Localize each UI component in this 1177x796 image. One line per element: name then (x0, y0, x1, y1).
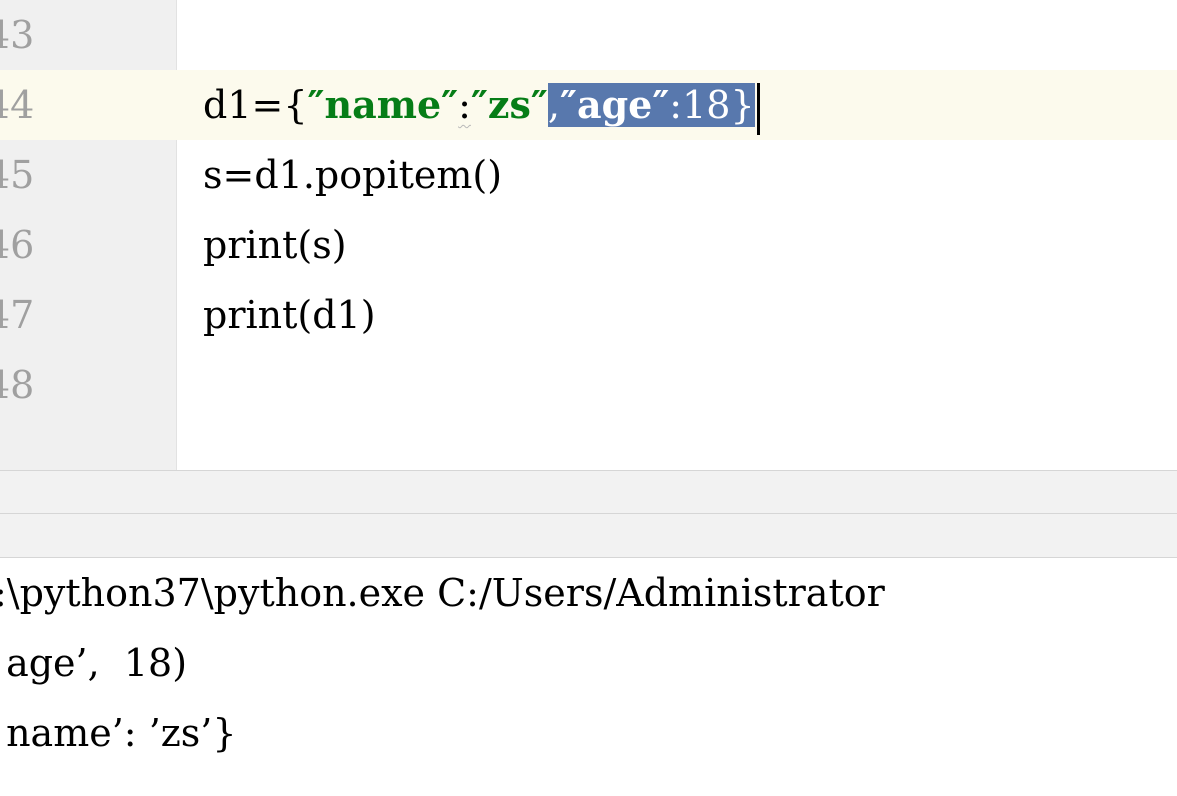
text-caret (756, 82, 760, 135)
line-number: 43 (0, 13, 35, 57)
run-console-output[interactable]: :\python37\python.exe C:/Users/Administr… (0, 558, 1177, 796)
line-number: 47 (0, 293, 35, 337)
console-line: age’, 18) (0, 641, 188, 685)
code-line-45[interactable]: 45 s=d1.popitem() (0, 140, 1177, 210)
console-line: :\python37\python.exe C:/Users/Administr… (0, 571, 885, 615)
code-text[interactable]: d1={″name″:″zs″,″age″:18} (203, 70, 760, 140)
line-number: 45 (0, 153, 35, 197)
code-editor[interactable]: 43 44 d1={″name″:″zs″,″age″:18} 45 s=d1.… (0, 0, 1177, 470)
string-literal: ″name″ (307, 82, 459, 127)
code-line-44[interactable]: 44 d1={″name″:″zs″,″age″:18} (0, 70, 1177, 140)
code-text[interactable]: print(d1) (203, 280, 376, 350)
code-text[interactable]: print(s) (203, 210, 347, 280)
code-token: , (547, 83, 560, 127)
string-literal: ″age″ (559, 82, 670, 127)
code-token: d1={ (203, 83, 308, 127)
console-line: name’: ’zs’} (0, 711, 237, 755)
code-line-46[interactable]: 46 print(s) (0, 210, 1177, 280)
code-token: :18} (669, 83, 755, 127)
code-line-48[interactable]: 48 (0, 350, 1177, 420)
code-token: : (458, 83, 471, 127)
string-literal: ″zs″ (470, 82, 548, 127)
line-number: 48 (0, 363, 35, 407)
run-panel-header (0, 514, 1177, 558)
code-text[interactable]: s=d1.popitem() (203, 140, 502, 210)
code-line-47[interactable]: 47 print(d1) (0, 280, 1177, 350)
line-number: 44 (0, 70, 177, 140)
code-line-43[interactable]: 43 (0, 0, 1177, 70)
panel-splitter[interactable] (0, 470, 1177, 514)
line-number: 46 (0, 223, 35, 267)
selection-highlight[interactable]: ,″age″:18} (547, 82, 755, 127)
